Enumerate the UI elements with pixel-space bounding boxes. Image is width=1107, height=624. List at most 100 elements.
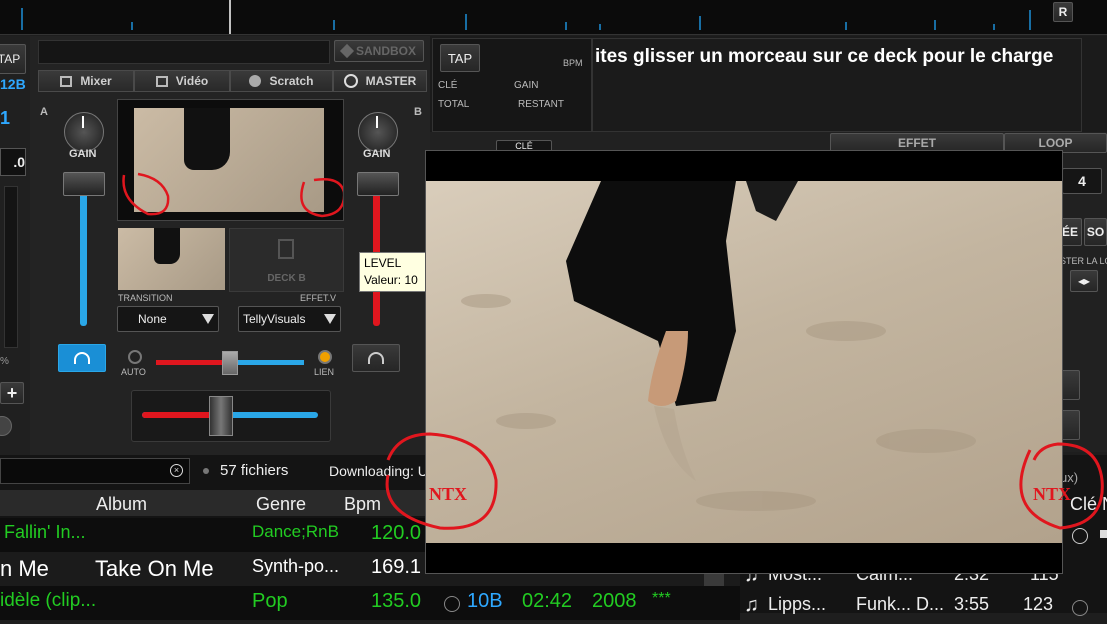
tooltip-title: LEVEL [364,256,402,270]
cell-bpm: 123 [1023,594,1054,614]
deck-b-panel: TAP BPM CLÉ GAIN TOTAL RESTANT ites glis… [430,36,1107,136]
deck-b-thumbnail[interactable]: DECK B [229,228,344,292]
cell-title: idèle (clip... [0,590,97,611]
cell-genre: Dance;RnB [252,522,339,541]
video-crossfader-handle[interactable] [222,351,238,375]
loop-tab-label: LOOP [1038,136,1073,150]
cell-length: 02:42 [522,590,573,612]
remaining-label: RESTANT [518,99,564,110]
tab-scratch[interactable]: Scratch [230,70,333,92]
mixer-title-bar [38,40,330,64]
gain-label: GAIN [514,80,539,91]
deck-a-thumbnail[interactable] [118,228,225,290]
key-label: CLÉ [438,80,458,91]
tab-scratch-label: Scratch [269,74,314,88]
cell-rating: *** [652,590,671,607]
side-a-label: A [40,106,48,118]
so-button-label: SO [1086,225,1105,239]
transition-label: TRANSITION [118,293,173,303]
tap-button[interactable]: TAP [440,44,480,72]
tap-button-left[interactable]: TAP [0,44,26,74]
pad-button-1[interactable] [1060,370,1080,400]
channel-fader-right-handle[interactable] [357,172,399,196]
tab-master-label: MASTER [365,74,417,88]
percent-label: % [0,356,9,367]
file-count: 57 fichiers [220,462,289,479]
cell-title: Fallin' In... [4,522,86,542]
headphone-icon [368,352,384,364]
tooltip-value: Valeur: 10 [364,273,418,287]
r-button[interactable]: R [1053,2,1073,22]
scratch-icon [249,75,262,87]
pitch-slider-left[interactable] [4,186,18,348]
sandbox-label: SANDBOX [355,44,416,58]
effect-select[interactable]: TellyVisuals [238,306,341,332]
annotation-circles-small [122,172,343,218]
table-row[interactable]: idèle (clip... Pop 135.0 10B 02:42 2008 … [0,586,740,620]
cell-bpm: 135.0 [371,590,422,612]
list-item[interactable]: ♫ Lipps... Funk... D... 3:55 123 [740,590,1107,624]
key-display-left: 12B [0,76,26,92]
tab-mixer[interactable]: Mixer [38,70,134,92]
gain-knob-left[interactable] [64,112,104,152]
headphone-icon [74,352,90,364]
annotation-circles-large [385,432,1104,530]
column-header-album[interactable]: Album [96,494,147,515]
cell-title: Lipps... [768,594,827,614]
link-led[interactable] [318,350,332,364]
side-b-label: B [414,106,422,118]
loop-length-display[interactable]: 4 [1062,168,1102,194]
gain-label-left: GAIN [69,148,97,160]
level-tooltip: LEVEL Valeur: 10 [359,252,429,292]
video-preview-main[interactable] [117,99,344,221]
deck-waveform-area[interactable] [592,38,1082,132]
headphone-button-left[interactable] [58,344,106,372]
tab-video-label: Vidéo [175,74,209,88]
channel-fader-left-handle[interactable] [63,172,105,196]
bpm-label: BPM [563,58,583,68]
clear-search-icon[interactable]: × [170,464,183,477]
so-button[interactable]: SO [1084,218,1107,246]
gain-knob-right-marker [376,116,378,128]
cell-genre: Pop [252,590,288,612]
effect-tab-label: EFFET [898,136,936,150]
cell-artist: Funk... D... [856,594,945,614]
tab-video[interactable]: Vidéo [134,70,230,92]
waveform-strip[interactable]: R [0,0,1107,35]
arrows-icon: ◂▸ [1077,274,1091,288]
mixer-icon [60,75,73,87]
total-label: TOTAL [438,99,470,110]
channel-fader-left-track[interactable] [80,180,87,326]
loop-arrow-button[interactable]: ◂▸ [1070,270,1098,292]
thumbnail-figure [154,228,180,264]
effect-label: EFFET.V [300,293,337,303]
column-header-genre[interactable]: Genre [256,494,306,515]
film-icon [278,239,294,259]
gain-knob-right[interactable] [358,112,398,152]
cell-genre: Synth-po... [252,556,340,576]
cell-bpm: 169.1 [371,556,422,578]
search-input[interactable]: × [0,458,190,484]
link-label: LIEN [314,367,335,377]
cell-key: 10B [467,590,503,612]
music-note-icon: ♫ [744,594,759,616]
ster-label: STER LA LO [1060,256,1107,266]
waveform-ticks [21,0,1031,34]
transition-select[interactable]: None [117,306,219,332]
file-count-dot [203,468,209,474]
sandbox-button[interactable]: SANDBOX [334,40,424,62]
chevron-down-icon [324,314,336,324]
effect-value: TellyVisuals [243,312,306,326]
audio-crossfader-handle[interactable] [209,396,234,436]
gain-label-right: GAIN [363,148,391,160]
plus-button[interactable]: + [0,382,24,404]
tab-master[interactable]: MASTER [333,70,427,92]
headphone-button-right[interactable] [352,344,400,372]
check-circle-icon[interactable] [1072,600,1088,616]
tab-mixer-label: Mixer [80,74,112,88]
transition-value: None [138,312,167,326]
auto-led[interactable] [128,350,142,364]
deck-number-left: 1 [0,108,11,128]
check-circle-icon[interactable] [444,596,460,612]
knob-left-small[interactable] [0,416,12,436]
